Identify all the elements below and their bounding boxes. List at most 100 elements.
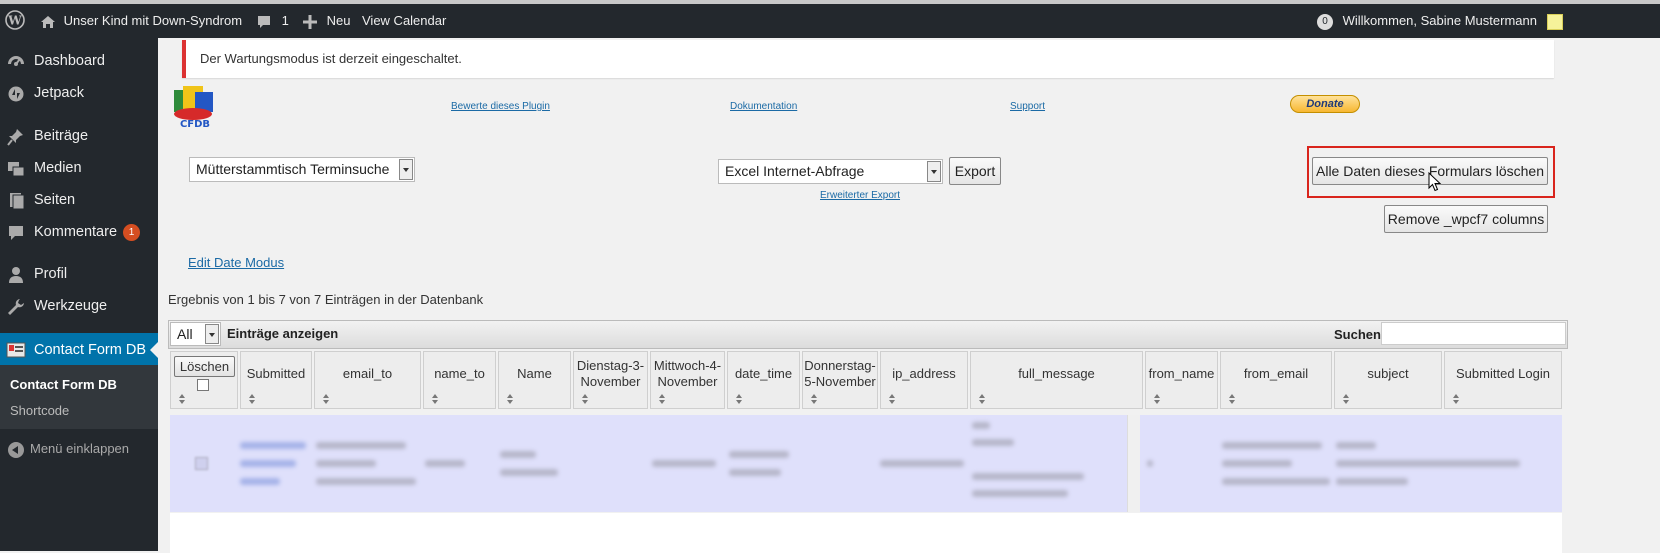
export-button[interactable]: Export (949, 157, 1001, 185)
column-header-subject[interactable]: subject (1334, 351, 1442, 409)
sidebar-item-label: Beiträge (34, 128, 89, 144)
advanced-export-link[interactable]: Erweiterter Export (820, 190, 900, 201)
new-content-link[interactable]: Neu (303, 12, 350, 30)
search-label: Suchen (1334, 327, 1381, 342)
sidebar-item-beitraege[interactable]: Beiträge (0, 120, 158, 154)
blurred-cell (880, 460, 964, 467)
cfdb-logo-text: CFDB (180, 119, 210, 130)
edit-date-mode-link[interactable]: Edit Date Modus (188, 255, 284, 270)
blurred-cell (240, 442, 306, 449)
submenu-item-contact-form-db[interactable]: Contact Form DB (10, 377, 117, 392)
table-search-input[interactable] (1381, 322, 1566, 345)
column-header-name-to[interactable]: name_to (423, 351, 496, 409)
documentation-link[interactable]: Dokumentation (730, 101, 797, 112)
form-select[interactable]: Mütterstammtisch Terminsuche (189, 157, 415, 182)
blurred-cell (972, 439, 1014, 446)
sort-icon (1154, 394, 1160, 404)
blurred-cell (729, 451, 789, 458)
blurred-cell (1336, 478, 1408, 485)
column-header-email-to[interactable]: email_to (314, 351, 421, 409)
cfdb-logo: CFDB (171, 82, 219, 130)
blurred-cell (240, 460, 296, 467)
sort-icon (582, 394, 588, 404)
dashboard-icon (8, 56, 24, 66)
sidebar-item-label: Profil (34, 266, 68, 282)
cfdb-logo-icon: CFDB (174, 86, 213, 130)
column-header-from-email[interactable]: from_email (1220, 351, 1332, 409)
entries-length-select[interactable]: All (170, 322, 221, 346)
mouse-cursor-icon (1428, 172, 1442, 192)
row-checkbox[interactable] (195, 457, 208, 470)
blurred-cell (652, 460, 716, 467)
contact-form-db-icon (6, 342, 26, 358)
comments-link[interactable]: 1 (256, 12, 289, 30)
wordpress-logo-icon[interactable]: W (5, 10, 25, 30)
user-icon (9, 267, 23, 283)
admin-sidebar: Dashboard Jetpack Beiträge Medien Seiten… (0, 38, 158, 551)
sidebar-item-dashboard[interactable]: Dashboard (0, 45, 158, 79)
result-count-text: Ergebnis von 1 bis 7 von 7 Einträgen in … (168, 292, 484, 307)
cell-scrollbar[interactable] (1127, 415, 1140, 512)
sort-icon (323, 394, 329, 404)
blurred-cell (972, 473, 1084, 480)
collapse-menu-button[interactable]: Menü einklappen (8, 441, 129, 458)
sidebar-item-label: Werkzeuge (34, 298, 108, 314)
sidebar-item-werkzeuge[interactable]: Werkzeuge (0, 290, 158, 324)
sidebar-item-medien[interactable]: Medien (0, 152, 158, 186)
window-top-edge (0, 0, 1660, 4)
blurred-cell (425, 460, 465, 467)
comments-count: 1 (281, 13, 289, 28)
column-header-submitted[interactable]: Submitted (240, 351, 312, 409)
column-header-name[interactable]: Name (498, 351, 571, 409)
wrench-icon (8, 299, 24, 315)
sidebar-item-contact-form-db[interactable]: Contact Form DB (0, 333, 158, 369)
sidebar-item-profil[interactable]: Profil (0, 258, 158, 292)
sort-icon (979, 394, 985, 404)
column-header-from-name[interactable]: from_name (1145, 351, 1218, 409)
new-label: Neu (326, 13, 351, 28)
sort-icon (1229, 394, 1235, 404)
sidebar-item-label: Contact Form DB (34, 342, 146, 358)
collapse-label: Menü einklappen (30, 441, 130, 456)
sidebar-item-kommentare[interactable]: Kommentare 1 (0, 216, 158, 250)
column-header-date-time[interactable]: date_time (727, 351, 800, 409)
blurred-cell (1336, 460, 1520, 467)
column-header-full-message[interactable]: full_message (970, 351, 1143, 409)
donate-button[interactable]: Donate (1290, 95, 1360, 113)
sidebar-item-seiten[interactable]: Seiten (0, 184, 158, 218)
blurred-cell (1147, 460, 1153, 467)
site-name: Unser Kind mit Down-Syndrom (63, 13, 243, 28)
sort-icon (1453, 394, 1459, 404)
form-select-value: Mütterstammtisch Terminsuche (196, 161, 390, 177)
column-header-submitted-login[interactable]: Submitted Login (1444, 351, 1562, 409)
support-link[interactable]: Support (1010, 101, 1045, 112)
sort-icon (811, 394, 817, 404)
export-format-select[interactable]: Excel Internet-Abfrage (718, 159, 943, 184)
column-header-mittwoch[interactable]: Mittwoch-4-November (650, 351, 725, 409)
sort-icon (1343, 394, 1349, 404)
sort-icon (889, 394, 895, 404)
blurred-cell (316, 442, 406, 449)
my-account-link[interactable]: 0 Willkommen, Sabine Mustermann (1317, 12, 1563, 30)
table-row[interactable] (170, 513, 1562, 553)
remove-wpcf7-columns-button[interactable]: Remove _wpcf7 columns (1384, 205, 1548, 233)
comments-badge: 1 (123, 224, 141, 241)
site-name-link[interactable]: Unser Kind mit Down-Syndrom (40, 12, 242, 30)
chevron-down-icon (399, 159, 413, 180)
delete-selected-button[interactable]: Löschen (174, 356, 235, 377)
view-calendar-link[interactable]: View Calendar (362, 12, 446, 30)
sort-icon (507, 394, 513, 404)
rate-plugin-link[interactable]: Bewerte dieses Plugin (451, 101, 550, 112)
column-header-ip-address[interactable]: ip_address (880, 351, 968, 409)
comment-bubble-icon (258, 15, 270, 28)
blurred-cell (1336, 442, 1376, 449)
column-header-donnerstag[interactable]: Donnerstag-5-November (802, 351, 878, 409)
jetpack-icon (8, 86, 24, 102)
submenu-item-shortcode[interactable]: Shortcode (10, 403, 69, 418)
column-header-dienstag[interactable]: Dienstag-3-November (573, 351, 648, 409)
sidebar-item-label: Medien (34, 160, 82, 176)
sidebar-item-jetpack[interactable]: Jetpack (0, 77, 158, 111)
select-all-checkbox[interactable] (197, 379, 209, 391)
chevron-down-icon (205, 324, 219, 344)
sort-icon (736, 394, 742, 404)
